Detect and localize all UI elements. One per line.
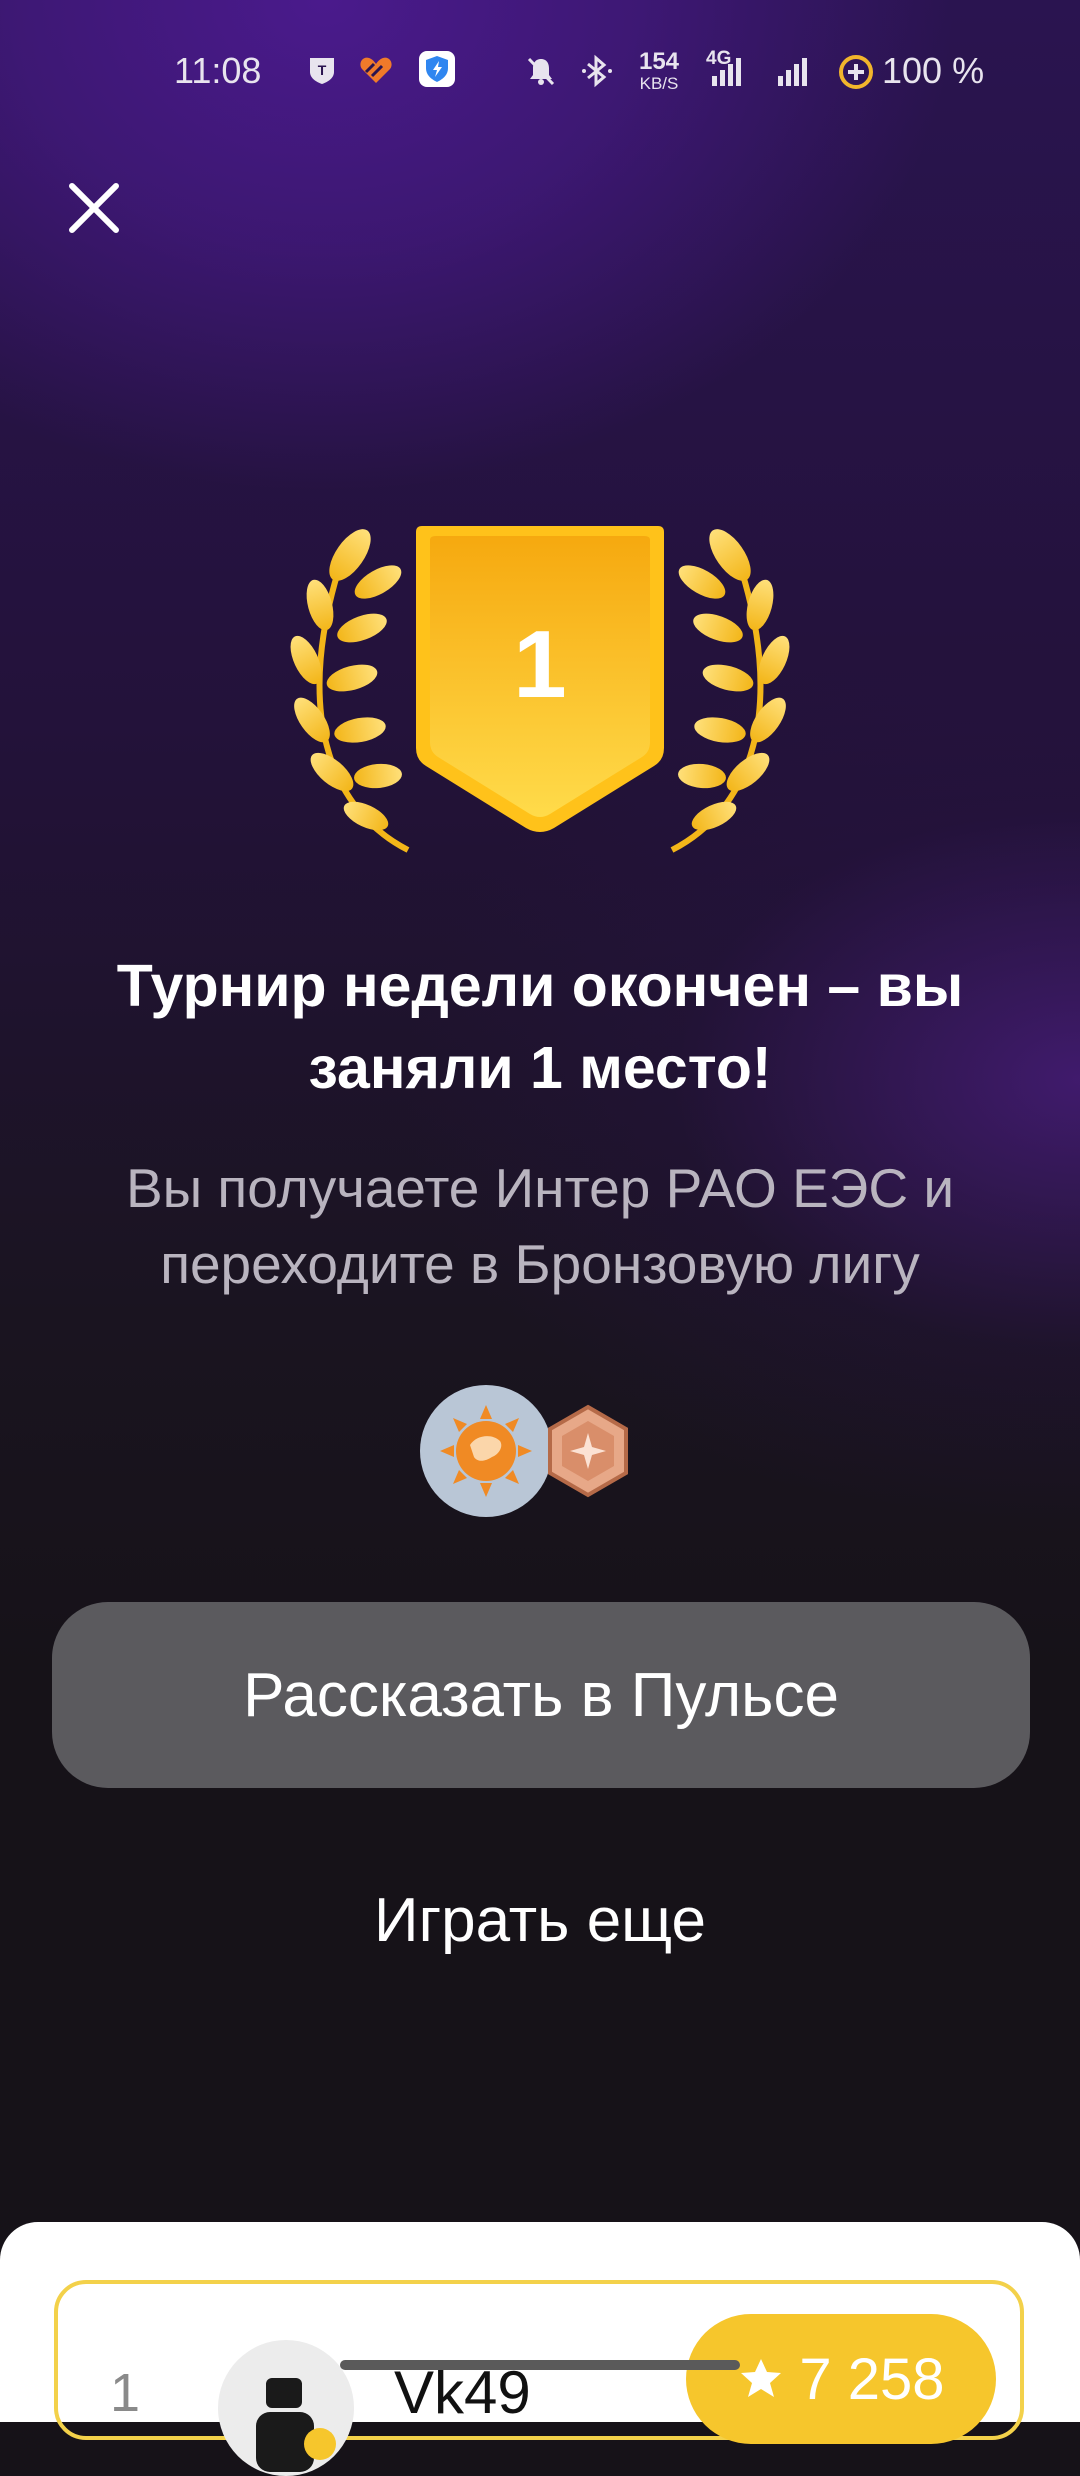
signal-strength-2-icon <box>776 56 816 88</box>
signal-strength-icon <box>708 56 748 88</box>
row-rank: 1 <box>110 2363 141 2423</box>
star-icon <box>741 2359 782 2397</box>
svg-text:T: T <box>318 62 327 78</box>
row-score: 7 258 <box>799 2346 945 2412</box>
row-score-badge: 7 258 <box>686 2314 996 2444</box>
place-number: 1 <box>513 611 567 718</box>
reward-badges <box>420 1385 640 1519</box>
security-app-icon <box>418 50 456 88</box>
bluetooth-icon <box>580 54 612 88</box>
shield-t-icon: T <box>306 54 338 86</box>
avatar <box>218 2340 354 2476</box>
play-again-button[interactable]: Играть еще <box>240 1870 840 1970</box>
close-icon <box>69 183 119 233</box>
home-indicator[interactable] <box>340 2360 740 2370</box>
bronze-league-icon <box>548 1404 628 1498</box>
result-subtitle: Вы получаете Интер РАО ЕЭС и переходите … <box>125 1157 955 1295</box>
battery-saver-icon <box>838 54 874 90</box>
result-title: Турнир недели окончен – вы заняли 1 мест… <box>116 953 964 1101</box>
inter-rao-logo-icon <box>420 1385 552 1517</box>
status-time: 11:08 <box>174 50 262 91</box>
battery-level: 100 % <box>882 50 985 91</box>
user-avatar-icon <box>256 2378 336 2472</box>
net-speed-unit: KB/S <box>639 74 679 93</box>
share-in-pulse-button[interactable]: Рассказать в Пульсе <box>52 1602 1030 1788</box>
mute-bell-icon <box>524 54 556 86</box>
net-speed-value: 154 <box>638 48 680 75</box>
leaderboard-sheet[interactable]: 1 Vk49 7 258 <box>0 2222 1080 2476</box>
place-badge: 1 <box>270 510 810 860</box>
close-button[interactable] <box>56 170 132 246</box>
heart-app-icon <box>358 54 392 86</box>
status-bar: 11:08 T 154 KB/S 4G 100 % <box>0 0 1080 140</box>
